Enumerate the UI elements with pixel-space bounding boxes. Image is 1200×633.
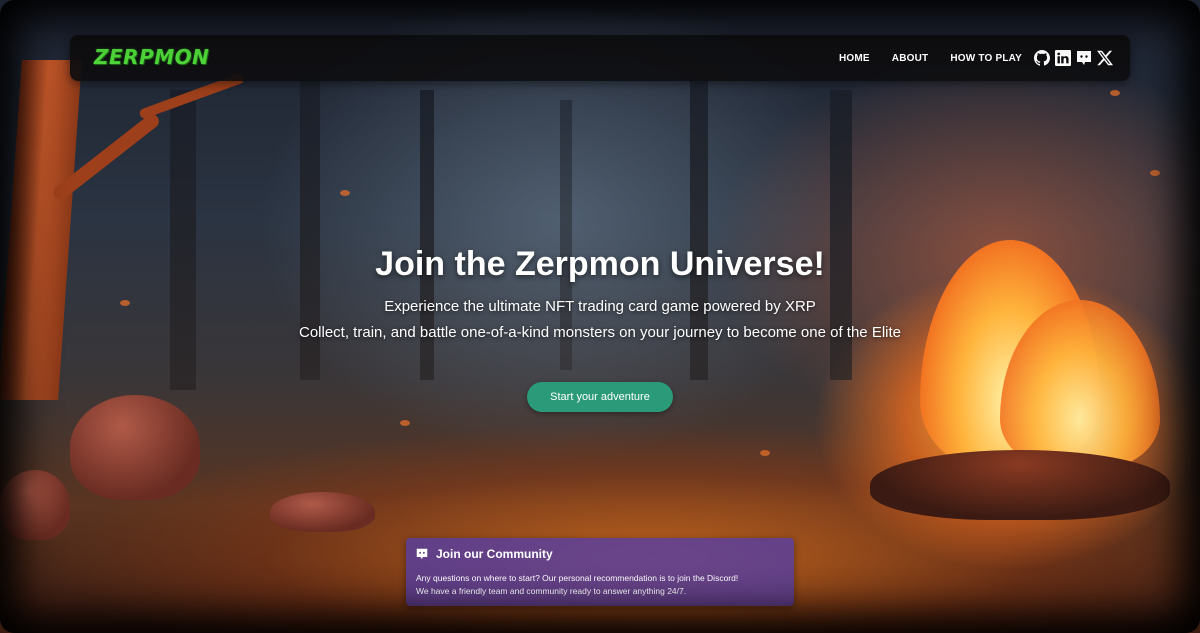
leaf xyxy=(340,190,350,196)
leaf xyxy=(760,450,770,456)
rock xyxy=(70,395,200,500)
rock xyxy=(270,492,375,532)
campfire-stones xyxy=(870,450,1170,520)
hero-title: Join the Zerpmon Universe! xyxy=(375,245,825,283)
foreground-tree xyxy=(0,60,82,400)
nav-links: HOME ABOUT HOW TO PLAY xyxy=(839,35,1118,81)
hero-subtitle: Experience the ultimate NFT trading card… xyxy=(384,298,816,315)
zerpmon-logo[interactable]: ZERPMON xyxy=(94,45,209,69)
community-title: Join our Community xyxy=(436,547,553,561)
hero-section: Join the Zerpmon Universe! Experience th… xyxy=(0,245,1200,341)
community-line: We have a friendly team and community re… xyxy=(416,586,687,596)
x-icon[interactable] xyxy=(1097,50,1113,66)
linkedin-icon[interactable] xyxy=(1055,50,1071,66)
background-tree xyxy=(170,90,196,390)
leaf xyxy=(1110,90,1120,96)
community-description: Any questions on where to start? Our per… xyxy=(416,572,791,598)
top-navbar: ZERPMON HOME ABOUT HOW TO PLAY xyxy=(70,35,1130,81)
community-card[interactable]: Join our Community Any questions on wher… xyxy=(406,538,794,606)
discord-icon xyxy=(416,548,428,560)
community-header: Join our Community xyxy=(416,547,553,561)
hero-description: Collect, train, and battle one-of-a-kind… xyxy=(299,324,901,341)
discord-icon[interactable] xyxy=(1076,50,1092,66)
leaf xyxy=(1150,170,1160,176)
nav-home-link[interactable]: HOME xyxy=(839,53,870,64)
nav-about-link[interactable]: ABOUT xyxy=(892,53,929,64)
github-icon[interactable] xyxy=(1034,50,1050,66)
start-adventure-button[interactable]: Start your adventure xyxy=(527,382,673,412)
rock xyxy=(0,470,70,540)
nav-how-to-play-link[interactable]: HOW TO PLAY xyxy=(950,53,1022,64)
community-line: Any questions on where to start? Our per… xyxy=(416,573,739,583)
page-background: ZERPMON HOME ABOUT HOW TO PLAY Join the … xyxy=(0,0,1200,633)
leaf xyxy=(400,420,410,426)
